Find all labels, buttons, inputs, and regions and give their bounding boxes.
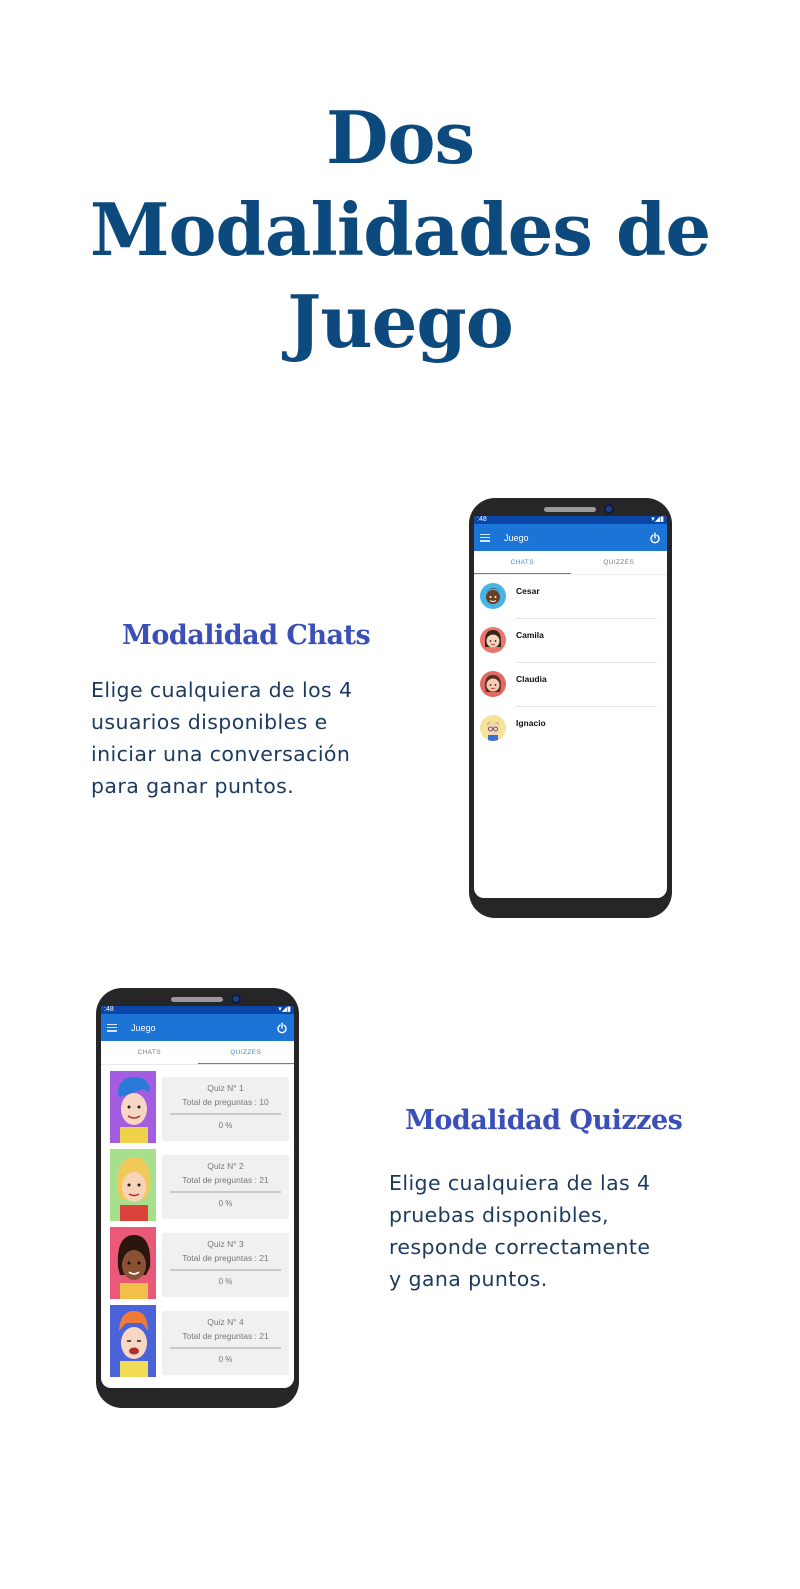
app-bar: Juego [101,1014,294,1041]
chats-description-line: iniciar una conversación [91,742,351,766]
page-title-line-3: Juego [287,279,514,364]
power-icon[interactable] [649,532,661,544]
quizzes-description: Elige cualquiera de las 4 pruebas dispon… [389,1167,650,1295]
status-bar: :48 ▾◢▮ [101,1006,294,1014]
menu-icon[interactable] [107,1023,117,1032]
page-title-line-2: Modalidades de [89,187,711,272]
quiz-card: Quiz N° 4 Total de preguntas : 21 0 % [162,1311,289,1375]
phone-screen: :48 ▾◢▮ Juego CHATS QUIZZES Cesar Camila… [474,516,667,898]
contact-name: Ignacio [516,718,546,728]
tab-bar: CHATS QUIZZES [474,551,667,575]
chats-heading: Modalidad Chats [122,620,371,651]
page-title-line-1: Dos [326,95,475,180]
phone-camera [231,994,241,1004]
chat-item-claudia[interactable]: Claudia [474,663,667,707]
quiz-character-image [110,1149,156,1221]
quiz-progress-bar [170,1347,281,1349]
status-time: :48 [104,1006,114,1013]
quiz-total-questions: Total de preguntas : 21 [182,1175,269,1185]
status-icons: ▾◢▮ [651,516,664,523]
quiz-list: Quiz N° 1 Total de preguntas : 10 0 % Qu… [101,1065,294,1380]
chat-list: Cesar Camila Claudia Ignacio [474,575,667,751]
menu-icon[interactable] [480,533,490,542]
quiz-item-3[interactable]: Quiz N° 3 Total de preguntas : 21 0 % [101,1224,294,1302]
chats-description-line: usuarios disponibles e [91,710,328,734]
quiz-progress-bar [170,1191,281,1193]
quiz-item-1[interactable]: Quiz N° 1 Total de preguntas : 10 0 % [101,1068,294,1146]
tab-quizzes[interactable]: QUIZZES [571,551,668,574]
quiz-progress-bar [170,1113,281,1115]
quizzes-description-line: y gana puntos. [389,1267,548,1291]
status-bar: :48 ▾◢▮ [474,516,667,524]
contact-name: Claudia [516,674,547,684]
phone-screen: :48 ▾◢▮ Juego CHATS QUIZZES Quiz N° 1 To… [101,1006,294,1388]
quiz-name: Quiz N° 3 [207,1239,244,1249]
phone-speaker [171,997,223,1002]
quiz-character-image [110,1227,156,1299]
quiz-character-image [110,1071,156,1143]
quizzes-description-line: pruebas disponibles, [389,1203,609,1227]
quiz-total-questions: Total de preguntas : 21 [182,1331,269,1341]
contact-name: Cesar [516,586,540,596]
chat-item-cesar[interactable]: Cesar [474,575,667,619]
tab-chats[interactable]: CHATS [474,551,571,574]
avatar [480,583,506,609]
app-title: Juego [131,1022,156,1033]
tab-quizzes[interactable]: QUIZZES [197,1041,294,1064]
chats-description: Elige cualquiera de los 4 usuarios dispo… [91,674,352,802]
phone-chats-mockup: :48 ▾◢▮ Juego CHATS QUIZZES Cesar Camila… [469,498,672,918]
app-bar: Juego [474,524,667,551]
app-title: Juego [504,532,529,543]
quiz-card: Quiz N° 3 Total de preguntas : 21 0 % [162,1233,289,1297]
quiz-total-questions: Total de preguntas : 10 [182,1097,269,1107]
quiz-progress-bar [170,1269,281,1271]
phone-camera [604,504,614,514]
phone-speaker [544,507,596,512]
quiz-progress-text: 0 % [218,1198,233,1208]
chat-item-ignacio[interactable]: Ignacio [474,707,667,751]
quizzes-description-line: Elige cualquiera de las 4 [389,1171,651,1195]
status-icons: ▾◢▮ [278,1006,291,1013]
quiz-item-2[interactable]: Quiz N° 2 Total de preguntas : 21 0 % [101,1146,294,1224]
quiz-progress-text: 0 % [218,1120,233,1130]
quiz-total-questions: Total de preguntas : 21 [182,1253,269,1263]
quiz-name: Quiz N° 4 [207,1317,244,1327]
phone-quizzes-mockup: :48 ▾◢▮ Juego CHATS QUIZZES Quiz N° 1 To… [96,988,299,1408]
quiz-item-4[interactable]: Quiz N° 4 Total de preguntas : 21 0 % [101,1302,294,1380]
tab-bar: CHATS QUIZZES [101,1041,294,1065]
quizzes-description-line: responde correctamente [389,1235,651,1259]
quiz-card: Quiz N° 1 Total de preguntas : 10 0 % [162,1077,289,1141]
quiz-name: Quiz N° 2 [207,1161,244,1171]
quizzes-heading: Modalidad Quizzes [405,1105,683,1136]
chat-item-camila[interactable]: Camila [474,619,667,663]
tab-chats[interactable]: CHATS [101,1041,198,1064]
avatar [480,671,506,697]
quiz-progress-text: 0 % [218,1354,233,1364]
contact-name: Camila [516,630,544,640]
quiz-card: Quiz N° 2 Total de preguntas : 21 0 % [162,1155,289,1219]
quiz-progress-text: 0 % [218,1276,233,1286]
quiz-character-image [110,1305,156,1377]
status-time: :48 [477,516,487,523]
avatar [480,715,506,741]
power-icon[interactable] [276,1022,288,1034]
chats-description-line: para ganar puntos. [91,774,295,798]
quiz-name: Quiz N° 1 [207,1083,244,1093]
avatar [480,627,506,653]
page-title: Dos Modalidades de Juego [0,92,800,368]
chats-description-line: Elige cualquiera de los 4 [91,678,353,702]
